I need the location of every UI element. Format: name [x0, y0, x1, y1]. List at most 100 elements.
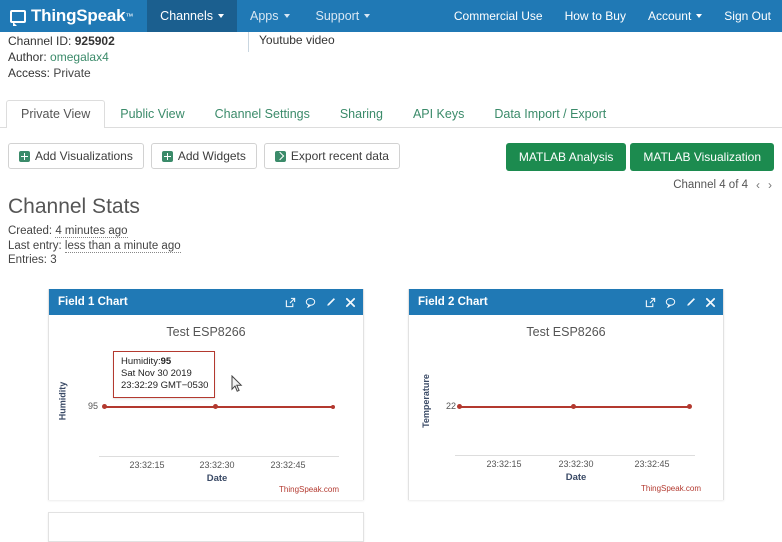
stats-entries-label: Entries:: [8, 254, 47, 266]
field-1-data-point[interactable]: [331, 404, 335, 409]
field-2-x-axis-line: [455, 455, 695, 456]
stats-created-value: 4 minutes ago: [55, 225, 128, 238]
add-widgets-button[interactable]: Add Widgets: [150, 143, 257, 169]
chevron-down-icon: [283, 14, 290, 18]
channel-id-label: Channel ID:: [8, 34, 72, 48]
plus-icon: [19, 150, 30, 162]
chart-tooltip: Humidity:95 Sat Nov 30 2019 23:32:29 GMT…: [113, 351, 216, 398]
field-1-series-line: [105, 406, 334, 408]
tooltip-line-3: 23:32:29 GMT−0530: [121, 380, 209, 391]
field-2-data-point[interactable]: [457, 404, 462, 409]
tab-data-import-export[interactable]: Data Import / Export: [479, 100, 621, 128]
channel-id-value: 925902: [74, 34, 115, 48]
field-1-y-axis-label: Humidity: [57, 381, 68, 421]
field-1-x-tick-label: 23:32:15: [129, 460, 165, 470]
chevron-down-icon: [218, 14, 224, 18]
field-1-x-tick-label: 23:32:30: [199, 460, 235, 470]
close-icon[interactable]: [705, 297, 716, 308]
nav-item-channels-label: Channels: [160, 9, 213, 23]
visualization-action-buttons: Add Visualizations Add Widgets Export re…: [8, 143, 400, 169]
field-2-data-point[interactable]: [571, 404, 576, 409]
popout-icon[interactable]: [285, 297, 296, 308]
field-2-chart-credit: ThingSpeak.com: [641, 484, 702, 493]
plus-icon: [161, 150, 173, 162]
field-2-chart-plot: Temperature 22 23:32:15 23:32:30 23:32:4…: [409, 339, 723, 493]
tooltip-line-1: Humidity:95: [121, 356, 208, 368]
thingspeak-logo[interactable]: ThingSpeak ™: [0, 0, 147, 32]
stats-entries-value: 3: [50, 254, 57, 266]
nav-item-sign-out[interactable]: Sign Out: [713, 0, 782, 32]
chevron-down-icon: [364, 14, 371, 18]
channel-info-panel: Channel ID: 925902 Author: omegalax4 Acc…: [0, 32, 782, 90]
channel-tab-bar: Private View Public View Channel Setting…: [0, 96, 782, 128]
channel-pager: Channel 4 of 4 ‹ ›: [673, 178, 772, 192]
matlab-analysis-button[interactable]: MATLAB Analysis: [505, 143, 627, 171]
field-2-y-tick-label: 22: [446, 401, 457, 411]
field-2-chart-body: Test ESP8266 Temperature 22 23:32:15 23:…: [409, 315, 723, 500]
field-2-chart-widget: Field 2 Chart Test ESP8266 Temperature 2…: [408, 289, 724, 500]
nav-item-support[interactable]: Support: [303, 0, 384, 32]
field-1-x-axis-label: Date: [206, 473, 228, 484]
nav-item-account[interactable]: Account: [637, 0, 713, 32]
nav-item-apps[interactable]: Apps: [237, 0, 303, 32]
pencil-icon[interactable]: [685, 297, 696, 308]
field-1-y-tick-label: 95: [88, 401, 99, 411]
access-label: Access:: [8, 66, 51, 80]
field-1-x-axis-line: [99, 456, 339, 457]
stats-last-entry-value: less than a minute ago: [64, 239, 181, 253]
comment-icon[interactable]: [665, 297, 676, 308]
field-2-data-point[interactable]: [687, 404, 692, 409]
matlab-action-buttons: MATLAB Analysis MATLAB Visualization: [505, 143, 774, 171]
channel-pager-text: Channel 4 of 4: [673, 179, 748, 191]
field-2-chart-title: Field 2 Chart: [418, 296, 488, 308]
tooltip-metric-label: Humidity:: [121, 356, 161, 367]
author-label: Author:: [8, 50, 47, 64]
field-1-chart-credit: ThingSpeak.com: [279, 485, 340, 494]
tab-public-view[interactable]: Public View: [105, 100, 199, 128]
comment-icon[interactable]: [305, 297, 316, 308]
stats-entries-row: Entries: 3: [8, 253, 181, 268]
tab-channel-settings[interactable]: Channel Settings: [200, 100, 325, 128]
add-visualizations-label: Add Visualizations: [35, 149, 133, 163]
nav-item-channels[interactable]: Channels: [147, 0, 237, 32]
field-1-data-point[interactable]: [213, 404, 218, 409]
access-row: Access: Private: [8, 65, 782, 81]
tooltip-line-2: Sat Nov 30 2019: [121, 368, 192, 379]
author-value[interactable]: omegalax4: [50, 50, 109, 64]
tab-private-view[interactable]: Private View: [6, 100, 106, 128]
export-recent-data-button[interactable]: Export recent data: [263, 143, 400, 169]
matlab-visualization-button[interactable]: MATLAB Visualization: [630, 143, 774, 171]
youtube-video-label: Youtube video: [248, 32, 335, 52]
field-1-chart-header-icons: [285, 297, 356, 308]
stats-created-label: Created:: [8, 225, 53, 237]
top-navigation-right-group: Commercial Use How to Buy Account Sign O…: [443, 0, 782, 32]
tab-api-keys[interactable]: API Keys: [398, 100, 479, 128]
popout-icon[interactable]: [645, 297, 656, 308]
field-2-chart-header: Field 2 Chart: [409, 289, 723, 315]
export-icon: [274, 150, 286, 162]
add-widgets-label: Add Widgets: [177, 149, 246, 163]
nav-item-commercial-use[interactable]: Commercial Use: [443, 0, 554, 32]
stats-last-entry-label: Last entry:: [8, 239, 62, 252]
export-recent-data-label: Export recent data: [290, 149, 389, 163]
channel-id-row: Channel ID: 925902: [8, 33, 782, 49]
chevron-down-icon: [696, 14, 703, 18]
brand-trademark: ™: [125, 11, 134, 21]
pencil-icon[interactable]: [325, 297, 336, 308]
field-2-x-tick-label: 23:32:30: [558, 459, 594, 469]
nav-item-how-to-buy[interactable]: How to Buy: [554, 0, 637, 32]
tab-sharing[interactable]: Sharing: [325, 100, 398, 128]
close-icon[interactable]: [345, 297, 356, 308]
channel-stats-title: Channel Stats: [8, 195, 140, 218]
field-1-data-point[interactable]: [102, 404, 107, 409]
field-1-chart-header: Field 1 Chart: [49, 289, 363, 315]
add-visualizations-button[interactable]: Add Visualizations: [8, 143, 144, 169]
previous-channel-arrow[interactable]: ‹: [756, 178, 760, 192]
field-2-x-tick-label: 23:32:15: [486, 459, 522, 469]
field-1-chart-title: Field 1 Chart: [58, 296, 128, 308]
stats-last-entry-row: Last entry: less than a minute ago: [8, 239, 181, 254]
field-2-y-axis-label: Temperature: [420, 374, 431, 428]
next-channel-arrow[interactable]: ›: [768, 178, 772, 192]
field-1-x-tick-label: 23:32:45: [270, 460, 306, 470]
next-widget-partial: [48, 512, 364, 542]
